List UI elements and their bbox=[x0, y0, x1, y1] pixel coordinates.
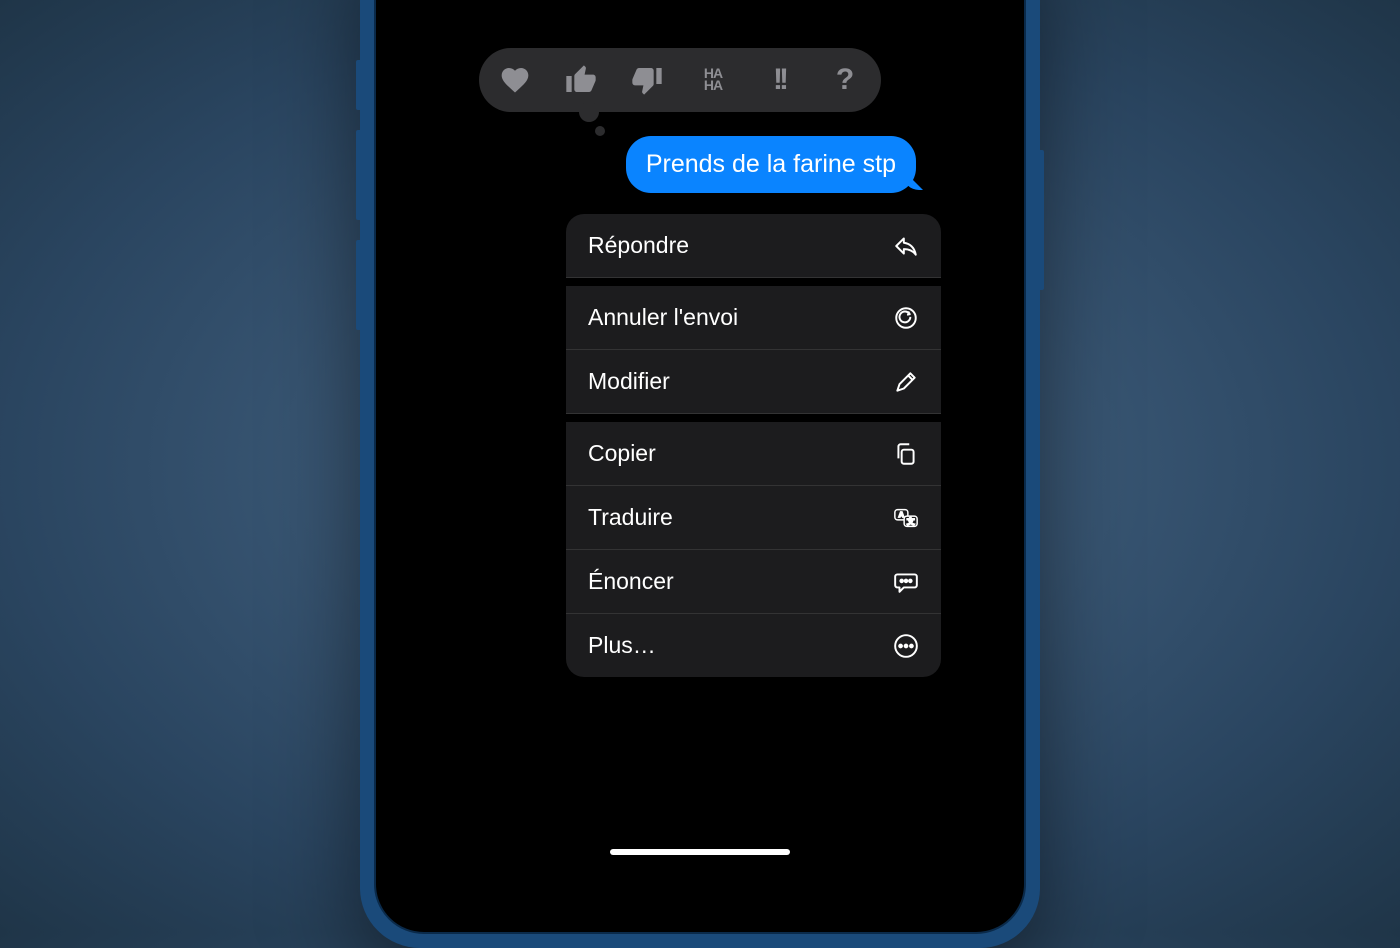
reply-menu-item[interactable]: Répondre bbox=[566, 214, 941, 278]
thumbs-down-reaction[interactable] bbox=[629, 62, 665, 98]
tapback-tail bbox=[579, 102, 599, 122]
haha-label: HA HA bbox=[704, 68, 722, 92]
copy-icon bbox=[893, 441, 919, 467]
reply-icon bbox=[893, 233, 919, 259]
phone-screen: HA HA !! ? Prends de la farine stp Répon… bbox=[374, 0, 1026, 934]
undo-send-label: Annuler l'envoi bbox=[588, 304, 738, 331]
copy-menu-item[interactable]: Copier bbox=[566, 422, 941, 486]
edit-label: Modifier bbox=[588, 368, 670, 395]
home-indicator[interactable] bbox=[610, 849, 790, 855]
pencil-icon bbox=[893, 369, 919, 395]
menu-separator bbox=[566, 414, 941, 422]
volume-down-button bbox=[356, 240, 360, 330]
emphasis-reaction[interactable]: !! bbox=[761, 62, 797, 98]
question-label: ? bbox=[836, 63, 854, 97]
speak-label: Énoncer bbox=[588, 568, 674, 595]
edit-menu-item[interactable]: Modifier bbox=[566, 350, 941, 414]
speak-icon bbox=[893, 569, 919, 595]
emphasis-label: !! bbox=[773, 63, 785, 97]
undo-send-menu-item[interactable]: Annuler l'envoi bbox=[566, 286, 941, 350]
message-context-menu: Répondre Annuler l'envoi Modifier bbox=[566, 214, 941, 677]
question-reaction[interactable]: ? bbox=[827, 62, 863, 98]
svg-text:文: 文 bbox=[907, 516, 915, 526]
copy-label: Copier bbox=[588, 440, 656, 467]
more-label: Plus… bbox=[588, 632, 656, 659]
tapback-reaction-bar: HA HA !! ? bbox=[479, 48, 881, 112]
more-menu-item[interactable]: Plus… bbox=[566, 614, 941, 677]
speak-menu-item[interactable]: Énoncer bbox=[566, 550, 941, 614]
thumbs-up-reaction[interactable] bbox=[563, 62, 599, 98]
undo-icon bbox=[893, 305, 919, 331]
menu-separator bbox=[566, 278, 941, 286]
sent-message-bubble[interactable]: Prends de la farine stp bbox=[626, 136, 916, 193]
translate-menu-item[interactable]: Traduire A文 bbox=[566, 486, 941, 550]
more-icon bbox=[893, 633, 919, 659]
translate-label: Traduire bbox=[588, 504, 673, 531]
volume-up-button bbox=[356, 130, 360, 220]
phone-frame: HA HA !! ? Prends de la farine stp Répon… bbox=[360, 0, 1040, 948]
power-button bbox=[1040, 150, 1044, 290]
message-text: Prends de la farine stp bbox=[646, 150, 896, 178]
haha-reaction[interactable]: HA HA bbox=[695, 62, 731, 98]
mute-switch bbox=[356, 60, 360, 110]
reply-label: Répondre bbox=[588, 232, 689, 259]
heart-reaction[interactable] bbox=[497, 62, 533, 98]
translate-icon: A文 bbox=[893, 505, 919, 531]
